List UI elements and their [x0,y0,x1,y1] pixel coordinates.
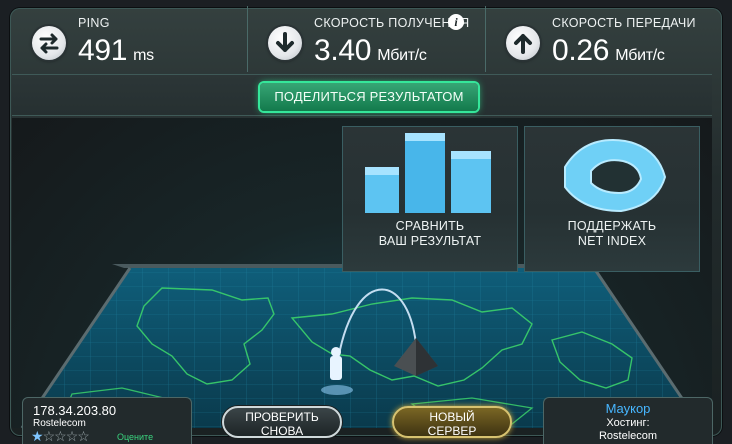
ping-value: 491 ms [78,34,154,67]
arrow-up-icon [506,26,540,60]
upload-label: СКОРОСТЬ ПЕРЕДАЧИ [552,16,696,30]
compare-result-tile[interactable]: СРАВНИТЬ ВАШ РЕЗУЛЬТАТ [342,126,518,272]
ping-label: PING [78,16,110,30]
download-stat: СКОРОСТЬ ПОЛУЧЕНИЯ i 3.40 Мбит/с [248,6,486,72]
info-icon[interactable]: i [448,14,464,30]
ip-address: 178.34.203.80 [33,403,117,418]
arrow-down-icon [268,26,302,60]
download-value: 3.40 Мбит/с [314,34,427,67]
swap-arrows-icon [32,26,66,60]
download-label: СКОРОСТЬ ПОЛУЧЕНИЯ [314,16,470,30]
rate-link[interactable]: Оцените [117,432,153,442]
host-name: Rostelecom [598,430,658,442]
ping-stat: PING 491 ms [12,6,248,72]
hosting-label: Хостинг: [606,417,650,429]
server-info: Маукор Хостинг: Rostelecom [543,397,713,444]
client-info: 178.34.203.80 Rostelecom ★☆☆☆☆ Оцените [22,397,192,444]
star-icon[interactable]: ★ [31,428,44,444]
server-city[interactable]: Маукор [544,401,712,416]
support-net-index-label: ПОДДЕРЖАТЬ NET INDEX [567,219,657,248]
map-stage: СРАВНИТЬ ВАШ РЕЗУЛЬТАТ ПОДДЕРЖАТЬ NET IN… [12,118,712,428]
retest-button[interactable]: ПРОВЕРИТЬ СНОВА [222,406,342,438]
result-tiles: СРАВНИТЬ ВАШ РЕЗУЛЬТАТ ПОДДЕРЖАТЬ NET IN… [342,126,702,272]
upload-stat: СКОРОСТЬ ПЕРЕДАЧИ 0.26 Мбит/с [486,6,712,72]
share-result-button[interactable]: ПОДЕЛИТЬСЯ РЕЗУЛЬТАТОМ [260,83,478,111]
download-unit: Мбит/с [377,47,427,64]
support-net-index-tile[interactable]: ПОДДЕРЖАТЬ NET INDEX [524,126,700,272]
share-bar: ПОДЕЛИТЬСЯ РЕЗУЛЬТАТОМ [12,74,712,116]
compare-result-label: СРАВНИТЬ ВАШ РЕЗУЛЬТАТ [378,219,482,248]
net-index-logo-icon [564,139,667,213]
star-icon[interactable]: ☆ [77,428,90,444]
upload-value: 0.26 Мбит/с [552,34,665,67]
rating-stars[interactable]: ★☆☆☆☆ [31,428,90,444]
stats-bar: PING 491 ms СКОРОСТЬ ПОЛУЧЕНИЯ i 3.40 Мбит… [12,6,712,72]
bar-chart-icon [365,133,491,213]
ping-unit: ms [133,47,154,64]
star-icon[interactable]: ☆ [66,428,79,444]
star-icon[interactable]: ☆ [54,428,67,444]
new-server-button[interactable]: НОВЫЙ СЕРВЕР [392,406,512,438]
star-icon[interactable]: ☆ [43,428,56,444]
upload-unit: Мбит/с [615,47,665,64]
